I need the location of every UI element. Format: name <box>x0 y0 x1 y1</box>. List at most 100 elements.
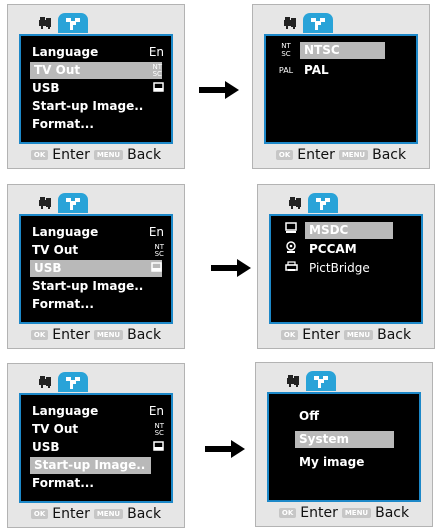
menu-panel-usb-source: Language En TV Out NT SC USB Start-up Ima… <box>7 184 185 349</box>
language-value: En <box>148 404 164 418</box>
menu-button-badge[interactable]: MENU <box>93 330 124 340</box>
ok-button-badge[interactable]: OK <box>30 330 49 340</box>
enter-label: Enter <box>300 505 338 521</box>
card-icon <box>151 260 162 277</box>
menu-footer: OK Enter MENU Back <box>8 145 184 165</box>
menu-button-badge[interactable]: MENU <box>93 509 124 519</box>
menu-item-startup-image[interactable]: Start-up Image.. <box>28 98 164 115</box>
ok-button-badge[interactable]: OK <box>275 150 294 160</box>
language-value: En <box>148 225 164 239</box>
menu-tabs <box>36 11 96 35</box>
arrow-right-icon <box>211 259 251 277</box>
enter-label: Enter <box>297 147 335 163</box>
startup-options-panel: Off System My image OK Enter MENU Back <box>255 362 433 527</box>
menu-screen: Language En TV Out NT SC USB Start-up Ima… <box>19 214 173 324</box>
menu-item-startup-image[interactable]: Start-up Image.. <box>28 278 164 295</box>
menu-item-tvout[interactable]: TV Out NT SC <box>30 62 162 79</box>
menu-item-tvout[interactable]: TV Out NT SC <box>28 242 164 259</box>
menu-tabs <box>286 191 346 215</box>
enter-label: Enter <box>52 147 90 163</box>
menu-footer: OK Enter MENU Back <box>8 504 184 524</box>
option-my-image[interactable]: My image <box>277 454 411 471</box>
menu-footer: OK Enter MENU Back <box>8 325 184 345</box>
menu-button-badge[interactable]: MENU <box>341 508 372 518</box>
tvout-options-panel: NT SC NTSC PAL PAL OK Enter MENU Back <box>252 4 430 169</box>
enter-label: Enter <box>52 506 90 522</box>
usb-options-panel: MSDC PCCAM PictBridge OK Enter MENU Back <box>257 184 435 349</box>
option-pal[interactable]: PAL PAL <box>274 62 408 79</box>
arrow-right-icon <box>205 440 245 458</box>
option-msdc[interactable]: MSDC <box>279 222 413 239</box>
tvout-value: NT SC <box>152 63 162 78</box>
menu-item-language[interactable]: Language En <box>28 403 164 420</box>
menu-tabs <box>36 191 96 215</box>
webcam-icon <box>282 241 300 259</box>
menu-button-badge[interactable]: MENU <box>338 150 369 160</box>
options-screen: NT SC NTSC PAL PAL <box>264 34 418 144</box>
tvout-value: NT SC <box>154 422 164 437</box>
video-camera-tab-icon[interactable] <box>36 13 58 33</box>
card-icon <box>153 439 164 456</box>
card-icon <box>153 80 164 97</box>
pal-icon: PAL <box>278 66 294 75</box>
menu-panel-startup-source: Language En TV Out NT SC USB Start-up Ima… <box>7 363 185 528</box>
options-screen: MSDC PCCAM PictBridge <box>269 214 423 324</box>
ok-button-badge[interactable]: OK <box>280 330 299 340</box>
menu-footer: OK Enter MENU Back <box>258 325 434 345</box>
setup-tool-tab-icon[interactable] <box>58 372 88 392</box>
option-pictbridge[interactable]: PictBridge <box>279 260 413 277</box>
enter-label: Enter <box>52 327 90 343</box>
menu-item-usb[interactable]: USB <box>30 260 162 277</box>
setup-tool-tab-icon[interactable] <box>306 371 336 391</box>
menu-panel-tvout-source: Language En TV Out NT SC USB Start-up Ima… <box>7 4 185 169</box>
setup-tool-tab-icon[interactable] <box>308 193 338 213</box>
back-label: Back <box>375 505 410 521</box>
menu-tabs <box>284 369 344 393</box>
monitor-icon <box>282 222 300 239</box>
video-camera-tab-icon[interactable] <box>36 372 58 392</box>
menu-item-language[interactable]: Language En <box>28 44 164 61</box>
video-camera-tab-icon[interactable] <box>36 193 58 213</box>
enter-label: Enter <box>302 327 340 343</box>
menu-screen: Language En TV Out NT SC USB Start-up Ima… <box>19 393 173 503</box>
arrow-right-icon <box>199 81 239 99</box>
video-camera-tab-icon[interactable] <box>284 371 306 391</box>
menu-tabs <box>36 370 96 394</box>
ok-button-badge[interactable]: OK <box>30 150 49 160</box>
video-camera-tab-icon[interactable] <box>286 193 308 213</box>
tvout-value: NT SC <box>154 243 164 258</box>
setup-tool-tab-icon[interactable] <box>58 13 88 33</box>
options-screen: Off System My image <box>267 392 421 502</box>
menu-item-format[interactable]: Format... <box>28 475 164 492</box>
back-label: Back <box>127 327 162 343</box>
ok-button-badge[interactable]: OK <box>30 509 49 519</box>
setup-tool-tab-icon[interactable] <box>303 13 333 33</box>
language-value: En <box>148 45 164 59</box>
menu-tabs <box>281 11 341 35</box>
menu-item-startup-image[interactable]: Start-up Image.. <box>30 457 151 474</box>
menu-footer: OK Enter MENU Back <box>256 503 432 523</box>
menu-footer: OK Enter MENU Back <box>253 145 429 165</box>
menu-item-language[interactable]: Language En <box>28 224 164 241</box>
back-label: Back <box>377 327 412 343</box>
menu-item-tvout[interactable]: TV Out NT SC <box>28 421 164 438</box>
option-system[interactable]: System <box>277 431 411 448</box>
back-label: Back <box>127 147 162 163</box>
setup-tool-tab-icon[interactable] <box>58 193 88 213</box>
ntsc-icon: NT SC <box>281 42 291 58</box>
option-pccam[interactable]: PCCAM <box>279 241 413 258</box>
option-ntsc[interactable]: NT SC NTSC <box>274 42 408 59</box>
menu-screen: Language En TV Out NT SC USB Start-up Ima… <box>19 34 173 144</box>
ok-button-badge[interactable]: OK <box>278 508 297 518</box>
menu-button-badge[interactable]: MENU <box>343 330 374 340</box>
back-label: Back <box>372 147 407 163</box>
printer-icon <box>282 260 300 277</box>
option-off[interactable]: Off <box>277 408 411 425</box>
back-label: Back <box>127 506 162 522</box>
menu-item-format[interactable]: Format... <box>28 116 164 133</box>
menu-button-badge[interactable]: MENU <box>93 150 124 160</box>
menu-item-usb[interactable]: USB <box>28 80 164 97</box>
menu-item-usb[interactable]: USB <box>28 439 164 456</box>
video-camera-tab-icon[interactable] <box>281 13 303 33</box>
menu-item-format[interactable]: Format... <box>28 296 164 313</box>
